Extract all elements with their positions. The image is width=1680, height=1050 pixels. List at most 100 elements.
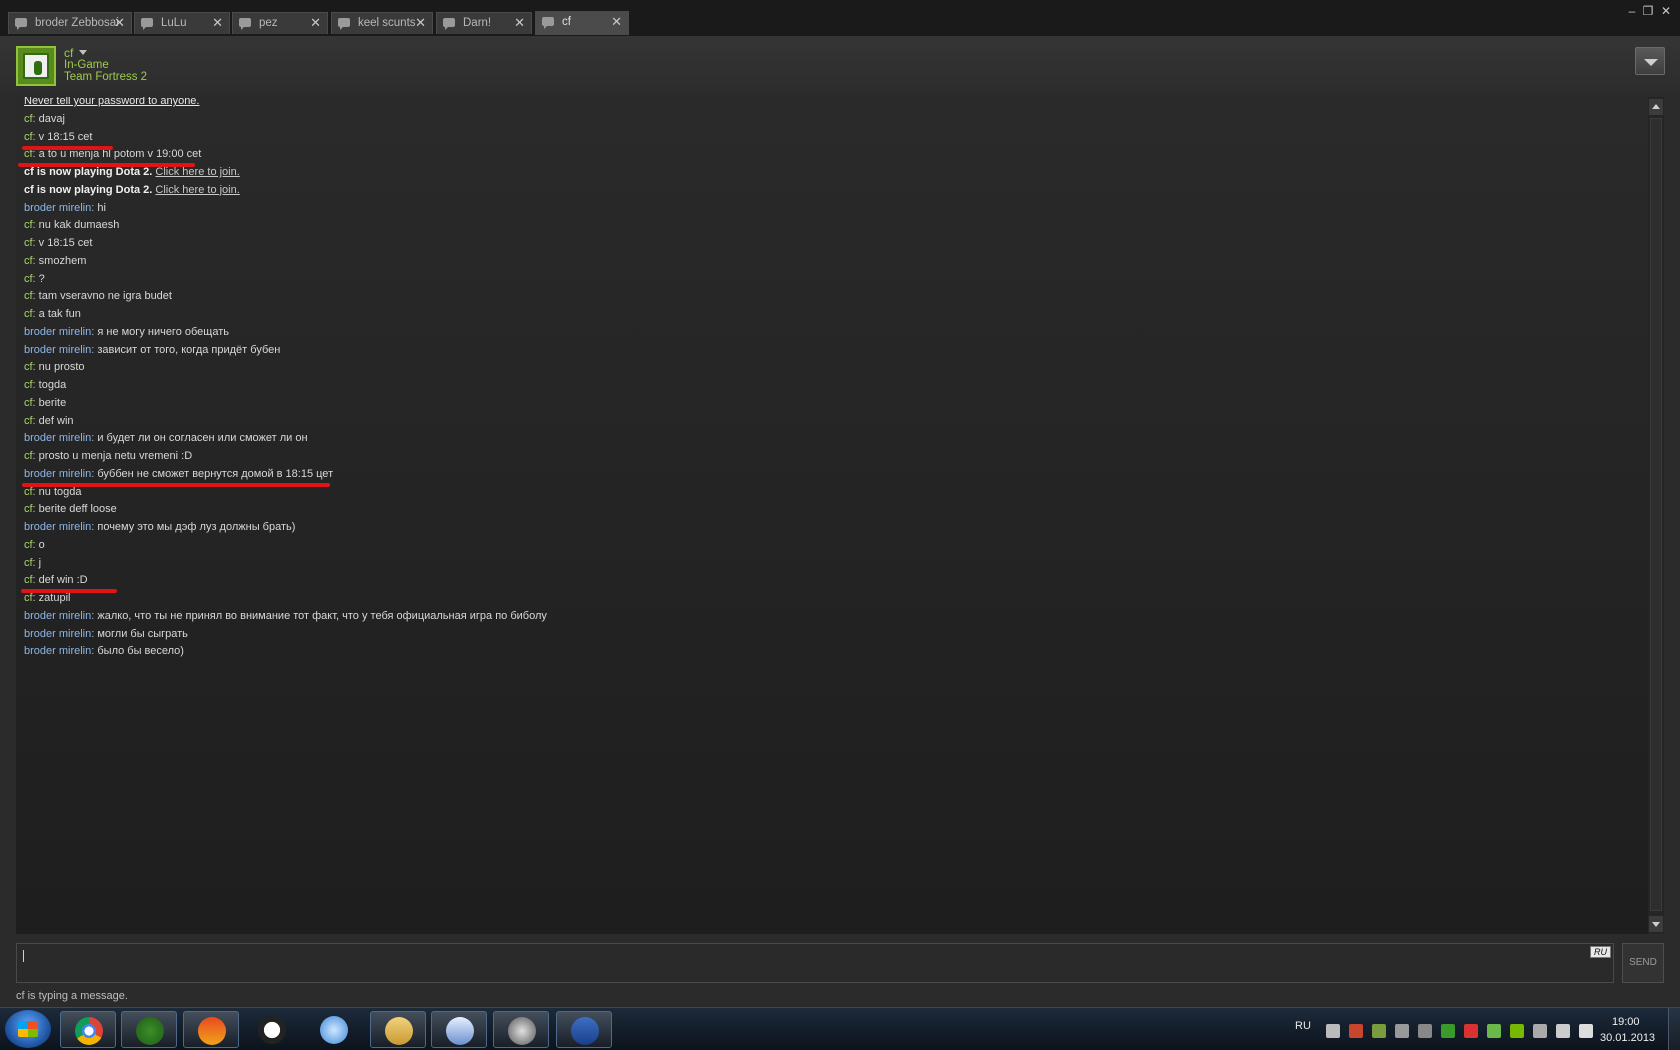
red-highlight-underline <box>22 145 113 150</box>
join-game-link[interactable]: Click here to join. <box>155 184 239 196</box>
security-warning: Never tell your password to anyone. <box>24 97 200 107</box>
chat-log[interactable]: Never tell your password to anyone. cf: d… <box>16 97 1648 934</box>
message-text: berite <box>38 396 67 409</box>
message-text: ? <box>38 272 45 285</box>
typing-status: cf is typing a message. <box>16 990 128 1002</box>
close-icon[interactable]: ✕ <box>514 13 525 33</box>
tab-cf[interactable]: cf ✕ <box>535 11 629 35</box>
chat-options-button[interactable] <box>1635 47 1665 75</box>
chat-message: cf: v 18:15 cet <box>24 237 93 249</box>
tray-language[interactable]: RU <box>1295 1020 1311 1032</box>
tab-label: cf <box>562 16 571 28</box>
minimize-button[interactable]: ‒ <box>1624 4 1640 18</box>
message-sender: broder mirelin: <box>24 627 98 640</box>
message-text: def win :D <box>38 574 88 587</box>
friend-name[interactable]: cf <box>64 46 73 60</box>
chrome-tray-icon[interactable] <box>1349 1024 1363 1038</box>
message-sender: broder mirelin: <box>24 609 98 622</box>
steam-taskbar-button[interactable] <box>493 1011 549 1048</box>
volume-tray-icon[interactable] <box>1579 1024 1593 1038</box>
ultrabook-taskbar-button[interactable] <box>244 1011 300 1048</box>
tab-pez[interactable]: pez ✕ <box>232 12 328 34</box>
safari-icon <box>320 1016 348 1044</box>
nvidia-tray-icon[interactable] <box>1510 1024 1524 1038</box>
chat-message: broder mirelin: зависит от того, когда п… <box>24 344 280 356</box>
paint-taskbar-button[interactable] <box>183 1011 239 1048</box>
chat-message: cf: nu prosto <box>24 361 85 373</box>
steam-tray-icon[interactable] <box>1326 1024 1340 1038</box>
show-desktop-button[interactable] <box>1668 1008 1680 1050</box>
clock-date[interactable]: 30.01.2013 <box>1600 1032 1655 1044</box>
chat-message: cf: v 18:15 cet <box>24 131 93 143</box>
chat-message: cf: o <box>24 539 45 551</box>
message-sender: cf: <box>24 414 39 427</box>
chevron-down-icon[interactable] <box>79 50 87 55</box>
message-sender: broder mirelin: <box>24 467 98 480</box>
steam-chat-window: broder Zebbosai ✕ LuLu ✕ pez ✕ keel scun… <box>0 0 1680 1007</box>
message-text: a to u menja hl potom v 19:00 cet <box>38 148 202 161</box>
tab-lulu[interactable]: LuLu ✕ <box>134 12 230 34</box>
scroll-up-arrow-icon[interactable] <box>1649 99 1663 115</box>
scroll-down-arrow-icon[interactable] <box>1649 916 1663 932</box>
scrollbar[interactable] <box>1648 97 1664 934</box>
close-icon[interactable]: ✕ <box>310 13 321 33</box>
safari-taskbar-button[interactable] <box>306 1011 362 1048</box>
chat-message: cf: togda <box>24 379 66 391</box>
close-icon[interactable]: ✕ <box>415 13 426 33</box>
message-sender: broder mirelin: <box>24 521 98 533</box>
tray-icon[interactable] <box>1418 1024 1432 1038</box>
system-message: cf is now playing Dota 2. Click here to … <box>24 183 240 196</box>
utorrent-taskbar-button[interactable] <box>121 1011 177 1048</box>
tab-darn[interactable]: Darn! ✕ <box>436 12 532 34</box>
windows-tray-icon[interactable] <box>1372 1024 1386 1038</box>
start-button[interactable] <box>5 1010 51 1048</box>
clock-time[interactable]: 19:00 <box>1612 1016 1640 1028</box>
media-taskbar-button[interactable] <box>431 1011 487 1048</box>
message-text: и будет ли он согласен или сможет ли он <box>97 432 308 445</box>
message-sender: cf: <box>24 219 39 232</box>
send-button[interactable]: SEND <box>1622 943 1664 983</box>
utorrent-tray-icon[interactable] <box>1441 1024 1455 1038</box>
word-taskbar-button[interactable] <box>556 1011 612 1048</box>
chat-icon <box>141 18 153 30</box>
message-sender: broder mirelin: <box>24 343 98 356</box>
close-icon[interactable]: ✕ <box>212 13 223 33</box>
tab-keel-scunts[interactable]: keel scunts ✕ <box>331 12 433 34</box>
friend-status: In-Game <box>64 59 109 71</box>
close-icon[interactable]: ✕ <box>114 13 125 33</box>
message-sender: cf: <box>24 485 39 498</box>
message-sender: broder mirelin: <box>24 201 98 214</box>
message-text: berite deff loose <box>38 503 117 516</box>
message-text: nu togda <box>38 485 82 498</box>
chat-icon <box>542 17 554 29</box>
network-tray-icon[interactable] <box>1556 1024 1570 1038</box>
tab-broder-zebbosai[interactable]: broder Zebbosai ✕ <box>8 12 132 34</box>
title-bar: broder Zebbosai ✕ LuLu ✕ pez ✕ keel scun… <box>0 0 1680 36</box>
mute-tray-icon[interactable] <box>1464 1024 1478 1038</box>
message-sender: cf: <box>24 308 39 320</box>
message-text: было бы весело) <box>97 645 184 658</box>
explorer-taskbar-button[interactable] <box>370 1011 426 1048</box>
message-text: davaj <box>38 112 65 125</box>
tray-icon[interactable] <box>1395 1024 1409 1038</box>
avatar[interactable] <box>16 46 56 86</box>
close-window-button[interactable]: ✕ <box>1658 4 1674 18</box>
ultrabook-icon <box>258 1016 286 1044</box>
scroll-thumb[interactable] <box>1650 118 1662 911</box>
message-sender: cf: <box>24 450 39 462</box>
close-icon[interactable]: ✕ <box>611 12 622 32</box>
red-highlight-underline <box>22 482 330 487</box>
message-text: zatupil <box>38 592 71 604</box>
message-input[interactable]: RU <box>16 943 1614 983</box>
tab-label: keel scunts <box>358 17 416 29</box>
flag-tray-icon[interactable] <box>1533 1024 1547 1038</box>
chrome-icon <box>75 1017 103 1045</box>
chat-message: cf: zatupil <box>24 592 70 604</box>
message-sender: cf: <box>24 272 39 285</box>
chevron-down-icon <box>1644 59 1658 66</box>
chrome-taskbar-button[interactable] <box>60 1011 116 1048</box>
join-game-link[interactable]: Click here to join. <box>155 166 239 178</box>
maximize-button[interactable]: ❐ <box>1640 4 1656 18</box>
message-text: v 18:15 cet <box>38 130 93 143</box>
tray-icon[interactable] <box>1487 1024 1501 1038</box>
